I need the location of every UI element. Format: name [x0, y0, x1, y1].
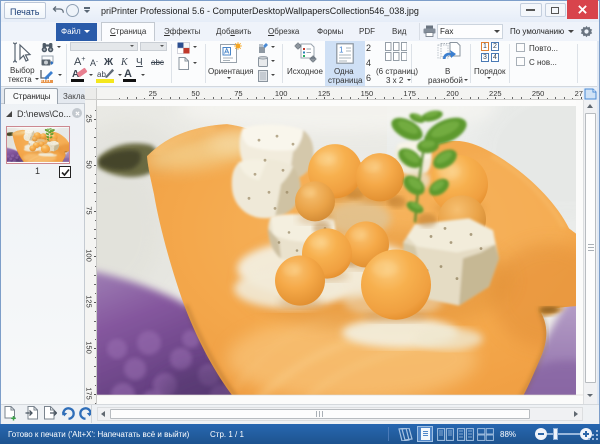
svg-text:1: 1: [339, 46, 344, 55]
